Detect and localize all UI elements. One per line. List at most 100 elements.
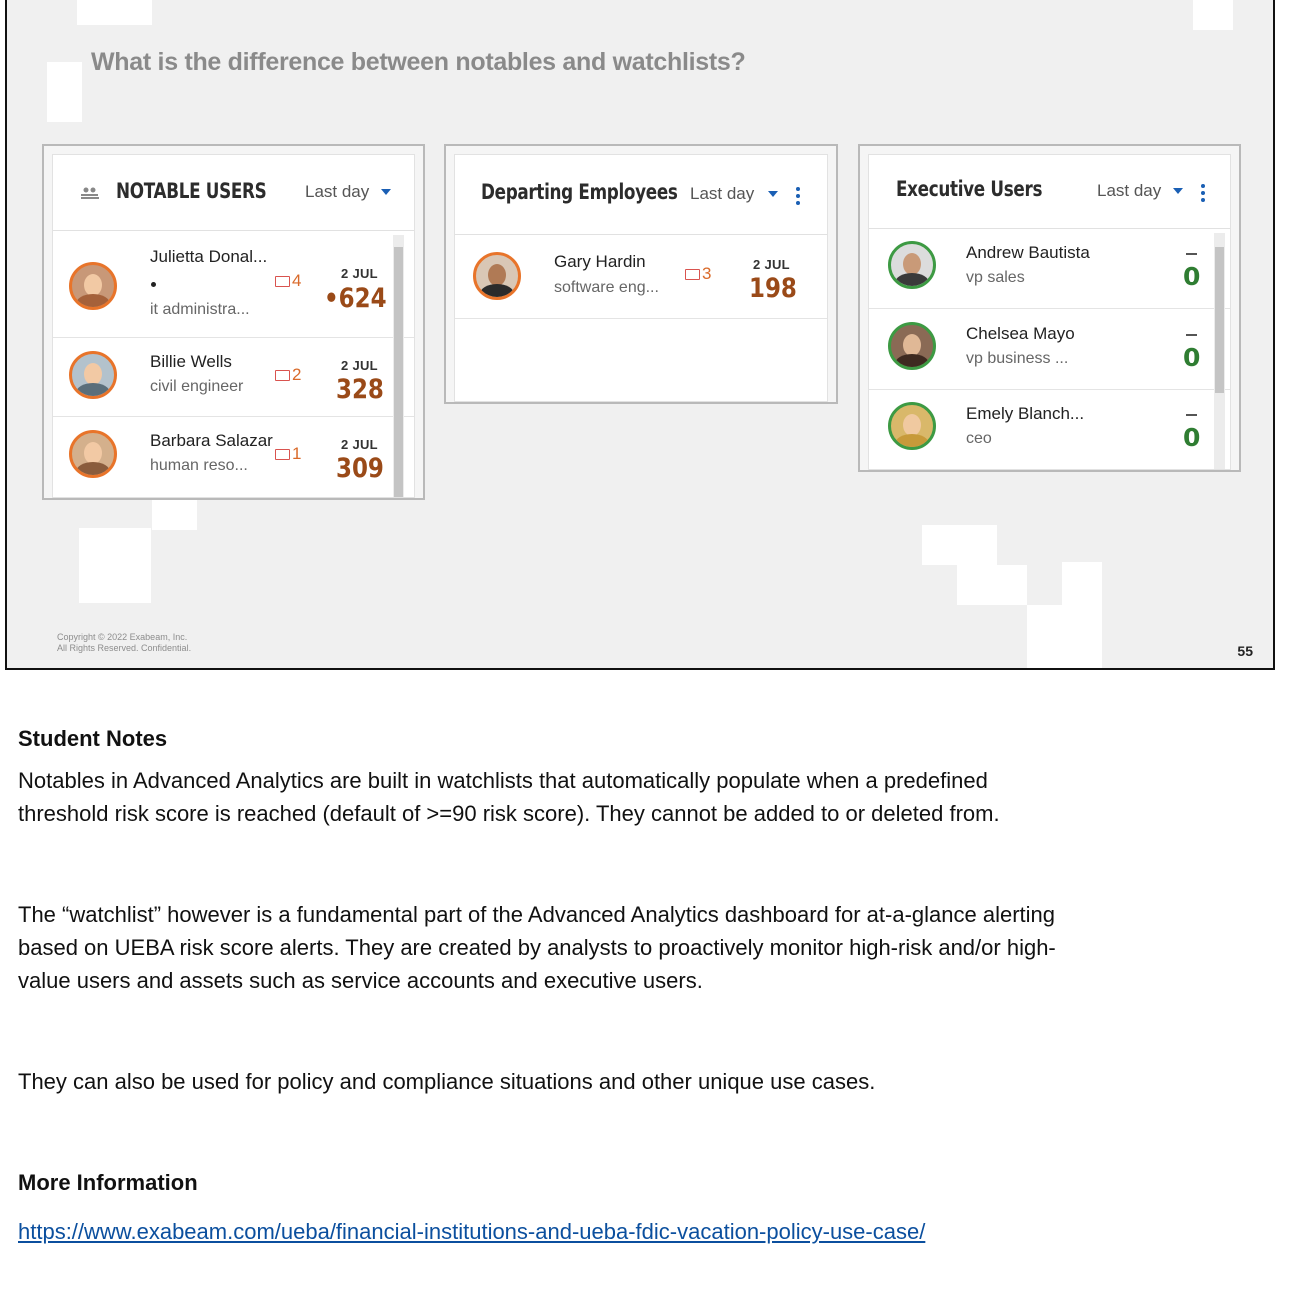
widget-title: Departing Employees — [481, 180, 678, 204]
slide: What is the difference between notables … — [5, 0, 1275, 670]
avatar — [473, 252, 521, 300]
copyright-line: All Rights Reserved. Confidential. — [57, 643, 192, 653]
trend-dash — [1186, 414, 1197, 416]
avatar — [888, 402, 936, 450]
time-range-label[interactable]: Last day — [1097, 181, 1161, 201]
user-name: Gary Hardin — [554, 252, 646, 271]
avatar-body — [480, 284, 514, 297]
caret-down-icon[interactable] — [768, 191, 778, 197]
decor-square — [1062, 562, 1102, 668]
people-icon — [81, 187, 99, 199]
trend-dash — [1186, 253, 1197, 255]
avatar-face — [903, 334, 921, 356]
user-row[interactable]: Billie Wells civil engineer 2 2 JUL 328 — [53, 338, 414, 417]
user-role: software eng... — [554, 279, 659, 296]
decor-square — [79, 528, 151, 603]
user-row[interactable]: Andrew Bautista vp sales 0 — [869, 229, 1230, 309]
date-label: 2 JUL — [341, 358, 378, 373]
executive-users-widget: Executive Users Last day Andrew Bautista… — [858, 144, 1241, 472]
date-label: 2 JUL — [341, 437, 378, 452]
departing-employees-card: Departing Employees Last day Gary Hardin… — [454, 154, 828, 402]
text-line: based on UEBA risk score alerts. They ar… — [18, 935, 1056, 960]
card-header: NOTABLE USERS Last day — [53, 155, 414, 231]
trend-dash — [1186, 334, 1197, 336]
kebab-menu-icon[interactable] — [796, 187, 800, 208]
user-role: vp sales — [966, 269, 1025, 286]
user-role: it administra... — [150, 301, 250, 318]
avatar-body — [76, 294, 110, 307]
user-name: Billie Wells — [150, 352, 232, 371]
widget-title: Executive Users — [896, 177, 1043, 201]
count-value: 4 — [292, 271, 302, 290]
session-count: 3 — [685, 264, 711, 284]
user-name: Emely Blanch... — [966, 404, 1085, 423]
time-range-label[interactable]: Last day — [690, 184, 754, 204]
text-line: threshold risk score is reached (default… — [18, 801, 1000, 826]
avatar-body — [895, 273, 929, 286]
user-row[interactable]: Barbara Salazar human reso... 1 2 JUL 30… — [53, 417, 414, 497]
avatar-body — [895, 434, 929, 447]
notable-users-widget: NOTABLE USERS Last day Julietta Donal...… — [42, 144, 425, 500]
slide-title: What is the difference between notables … — [91, 48, 746, 76]
risk-score: 328 — [336, 374, 384, 405]
risk-score: 0 — [1183, 343, 1201, 372]
caret-down-icon[interactable] — [381, 189, 391, 195]
risk-score: 0 — [1183, 262, 1201, 291]
user-name: Chelsea Mayo — [966, 324, 1075, 343]
time-range-label[interactable]: Last day — [305, 182, 369, 202]
card-header: Executive Users Last day — [869, 155, 1230, 229]
user-row[interactable]: Julietta Donal... it administra... 4 2 J… — [53, 231, 414, 338]
user-role: civil engineer — [150, 378, 244, 395]
kebab-menu-icon[interactable] — [1201, 184, 1205, 205]
avatar-face — [84, 442, 102, 464]
folder-icon — [275, 275, 290, 287]
text-line: Notables in Advanced Analytics are built… — [18, 768, 988, 793]
decor-square — [1027, 605, 1062, 668]
widget-title: NOTABLE USERS — [116, 179, 267, 203]
avatar — [69, 351, 117, 399]
avatar — [69, 430, 117, 478]
avatar-face — [903, 253, 921, 275]
avatar-face — [84, 363, 102, 385]
session-count: 2 — [275, 365, 301, 385]
session-count: 1 — [275, 444, 301, 464]
page-number: 55 — [1237, 643, 1253, 659]
scrollbar-thumb[interactable] — [394, 247, 403, 497]
more-info-heading: More Information — [18, 1170, 198, 1195]
date-label: 2 JUL — [753, 257, 790, 272]
folder-icon — [685, 268, 700, 280]
count-value: 3 — [702, 264, 712, 283]
user-name: Andrew Bautista — [966, 243, 1090, 262]
executive-users-card: Executive Users Last day Andrew Bautista… — [868, 154, 1231, 470]
avatar-body — [76, 462, 110, 475]
user-role: human reso... — [150, 457, 248, 474]
avatar-face — [84, 274, 102, 296]
user-role: ceo — [966, 430, 992, 447]
decor-square — [922, 525, 997, 565]
date-label: 2 JUL — [341, 266, 378, 281]
scrollbar[interactable] — [1214, 233, 1225, 469]
user-name: Julietta Donal... — [150, 247, 268, 266]
decor-square — [77, 0, 152, 25]
decor-square — [957, 565, 1027, 605]
scrollbar-thumb[interactable] — [1215, 247, 1224, 393]
avatar — [888, 241, 936, 289]
departing-employees-widget: Departing Employees Last day Gary Hardin… — [444, 144, 838, 404]
avatar-body — [895, 354, 929, 367]
avatar-face — [488, 264, 506, 286]
risk-score: 0 — [1183, 423, 1201, 452]
notes-paragraph: They can also be used for policy and com… — [18, 1069, 876, 1094]
caret-down-icon[interactable] — [1173, 188, 1183, 194]
decor-square — [47, 62, 82, 122]
copyright-line: Copyright © 2022 Exabeam, Inc. — [57, 632, 188, 642]
user-name: Barbara Salazar — [150, 431, 273, 450]
notable-users-card: NOTABLE USERS Last day Julietta Donal...… — [52, 154, 415, 498]
count-value: 1 — [292, 444, 302, 463]
user-row[interactable]: Chelsea Mayo vp business ... 0 — [869, 309, 1230, 390]
user-row[interactable]: Emely Blanch... ceo 0 — [869, 390, 1230, 469]
more-info-link[interactable]: https://www.exabeam.com/ueba/financial-i… — [18, 1219, 925, 1245]
scrollbar[interactable] — [393, 235, 404, 497]
risk-score: •624 — [324, 283, 387, 314]
folder-icon — [275, 448, 290, 460]
user-row[interactable]: Gary Hardin software eng... 3 2 JUL 198 — [455, 235, 827, 319]
